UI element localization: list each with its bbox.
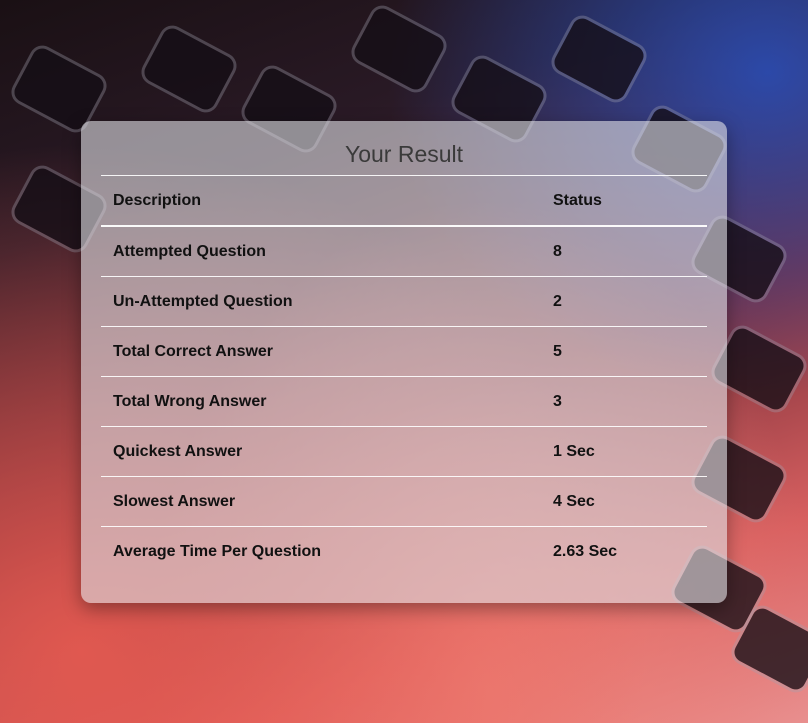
table-row: Un-Attempted Question 2 <box>101 276 707 327</box>
table-row: Quickest Answer 1 Sec <box>101 426 707 477</box>
row-description: Total Correct Answer <box>101 326 541 377</box>
bg-key <box>350 5 448 93</box>
row-description: Total Wrong Answer <box>101 376 541 427</box>
column-header-status: Status <box>541 175 707 227</box>
table-row: Total Correct Answer 5 <box>101 326 707 377</box>
row-status: 1 Sec <box>541 426 707 477</box>
row-description: Average Time Per Question <box>101 526 541 576</box>
row-description: Attempted Question <box>101 225 541 277</box>
row-description: Un-Attempted Question <box>101 276 541 327</box>
bg-key <box>550 15 648 103</box>
result-card: Your Result Description Status Attempted… <box>81 121 727 603</box>
table-row: Total Wrong Answer 3 <box>101 376 707 427</box>
bg-key <box>10 45 108 133</box>
table-row: Attempted Question 8 <box>101 225 707 277</box>
table-row: Average Time Per Question 2.63 Sec <box>101 526 707 576</box>
bg-key <box>140 25 238 113</box>
table-header-row: Description Status <box>101 175 707 227</box>
row-description: Quickest Answer <box>101 426 541 477</box>
result-title: Your Result <box>344 141 464 167</box>
table-row: Slowest Answer 4 Sec <box>101 476 707 527</box>
row-status: 2 <box>541 276 707 327</box>
row-status: 4 Sec <box>541 476 707 527</box>
row-status: 3 <box>541 376 707 427</box>
column-header-description: Description <box>101 175 541 227</box>
result-table: Description Status Attempted Question 8 … <box>101 175 707 576</box>
row-status: 2.63 Sec <box>541 526 707 576</box>
row-description: Slowest Answer <box>101 476 541 527</box>
row-status: 5 <box>541 326 707 377</box>
row-status: 8 <box>541 225 707 277</box>
